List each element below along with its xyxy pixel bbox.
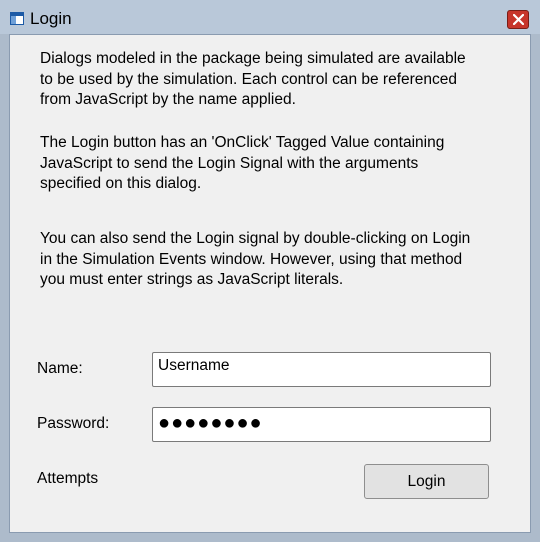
description-paragraph-3: You can also send the Login signal by do… [40, 230, 471, 288]
close-icon [513, 14, 524, 25]
close-button[interactable] [507, 10, 529, 29]
title-bar[interactable]: Login [0, 0, 540, 34]
description-paragraph-1: Dialogs modeled in the package being sim… [40, 50, 466, 108]
password-label: Password: [37, 415, 110, 432]
dialog-body: Dialogs modeled in the package being sim… [9, 34, 531, 533]
window-title: Login [30, 9, 72, 28]
login-button[interactable]: Login [364, 464, 489, 499]
window-icon [10, 12, 24, 25]
password-input[interactable]: ●●●●●●●● [152, 407, 491, 442]
description-paragraph-2: The Login button has an 'OnClick' Tagged… [40, 134, 445, 192]
name-input[interactable]: Username [152, 352, 491, 387]
login-dialog: Login Dialogs modeled in the package bei… [0, 0, 540, 542]
name-label: Name: [37, 360, 83, 377]
attempts-label: Attempts [37, 470, 99, 487]
